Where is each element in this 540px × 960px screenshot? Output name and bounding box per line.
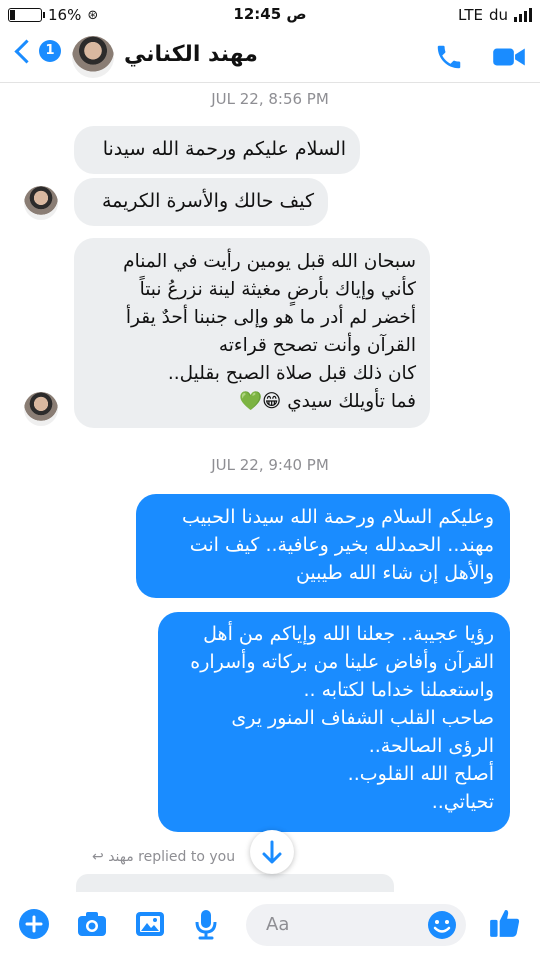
timestamp: JUL 22, 9:40 PM bbox=[211, 456, 329, 474]
message-line: فما تأويلك سيدي 😁💚 bbox=[239, 391, 416, 412]
message-line: الرؤى الصالحة.. bbox=[368, 735, 494, 757]
timestamp: JUL 22, 8:56 PM bbox=[211, 90, 329, 108]
back-button[interactable]: 1 bbox=[12, 38, 61, 64]
phone-call-button[interactable] bbox=[434, 42, 464, 76]
message-line: وعليكم السلام ورحمة الله سيدنا الحبيب bbox=[182, 506, 494, 528]
phone-icon bbox=[437, 45, 461, 69]
gallery-button[interactable] bbox=[134, 908, 166, 944]
unread-badge: 1 bbox=[39, 40, 61, 62]
incoming-message[interactable]: سبحان الله قبل يومين رأيت في المنام كأني… bbox=[74, 238, 430, 428]
message-line: مهند.. الحمدلله بخير وعافية.. كيف انت bbox=[189, 534, 494, 556]
plus-icon bbox=[19, 909, 49, 939]
network-type: LTE bbox=[458, 6, 483, 24]
image-icon bbox=[136, 912, 164, 936]
emoji-icon[interactable] bbox=[426, 909, 458, 941]
message-line: صاحب القلب الشفاف المنور يرى bbox=[231, 707, 494, 729]
quoted-reply-preview[interactable] bbox=[76, 874, 394, 894]
scroll-down-button[interactable] bbox=[250, 830, 294, 874]
header-actions bbox=[434, 42, 526, 76]
message-line: واستعملنا خداما لكتابه .. bbox=[303, 679, 494, 701]
replied-note-text: مهند replied to you bbox=[108, 849, 236, 865]
signal-icon bbox=[514, 8, 532, 22]
outgoing-message[interactable]: وعليكم السلام ورحمة الله سيدنا الحبيب مه… bbox=[136, 494, 510, 598]
message-line: السلام عليكم ورحمة الله سيدنا bbox=[102, 138, 346, 160]
message-line: كان ذلك قبل صلاة الصبح بقليل.. bbox=[167, 363, 416, 384]
replied-note: ↩ مهند replied to you bbox=[92, 849, 235, 865]
chevron-left-icon bbox=[14, 38, 39, 64]
contact-avatar[interactable] bbox=[72, 36, 114, 78]
thumbs-up-icon bbox=[490, 910, 520, 937]
status-bar: 16% ⊛ 12:45 ص LTE du bbox=[0, 0, 540, 30]
sender-avatar[interactable] bbox=[24, 186, 58, 220]
message-input-placeholder: Aa bbox=[266, 914, 290, 935]
reply-icon: ↩ bbox=[92, 849, 104, 865]
sender-avatar[interactable] bbox=[24, 392, 58, 426]
video-camera-icon bbox=[493, 48, 525, 66]
arrow-down-icon bbox=[262, 840, 282, 864]
outgoing-message[interactable]: رؤيا عجيبة.. جعلنا الله وإياكم من أهل ال… bbox=[158, 612, 510, 832]
chat-header: 1 مهند الكناني bbox=[0, 30, 540, 83]
microphone-icon bbox=[195, 910, 217, 940]
message-line: القرآن وأنت تصحح قراءته bbox=[218, 335, 416, 356]
message-line: سبحان الله قبل يومين رأيت في المنام bbox=[123, 251, 416, 272]
message-line: رؤيا عجيبة.. جعلنا الله وإياكم من أهل bbox=[203, 623, 494, 645]
add-button[interactable] bbox=[18, 908, 50, 944]
incoming-message[interactable]: السلام عليكم ورحمة الله سيدنا bbox=[74, 126, 360, 174]
camera-button[interactable] bbox=[76, 908, 108, 944]
message-input[interactable]: Aa bbox=[246, 904, 466, 946]
carrier-name: du bbox=[488, 6, 508, 24]
voice-button[interactable] bbox=[192, 908, 220, 944]
composer-bar: Aa bbox=[0, 892, 540, 960]
camera-icon bbox=[78, 912, 106, 936]
like-button[interactable] bbox=[488, 906, 522, 944]
message-line: القرآن وأفاض علينا من بركاته وأسراره bbox=[190, 651, 494, 673]
video-call-button[interactable] bbox=[492, 42, 526, 76]
message-line: أصلح الله القلوب.. bbox=[347, 763, 494, 785]
contact-name[interactable]: مهند الكناني bbox=[124, 42, 258, 67]
message-line: كأني وإياك بأرضٍ مغيثة لينة نزرعُ نبتاً bbox=[139, 279, 416, 300]
status-right: LTE du bbox=[458, 6, 532, 24]
message-line: أخضر لم أدر ما هو وإلى جنبنا أحدٌ يقرأ bbox=[125, 307, 416, 328]
incoming-message[interactable]: كيف حالك والأسرة الكريمة bbox=[74, 178, 328, 226]
message-line: كيف حالك والأسرة الكريمة bbox=[101, 190, 314, 212]
message-line: والأهل إن شاء الله طيبين bbox=[295, 562, 494, 584]
message-line: تحياتي.. bbox=[431, 791, 494, 813]
